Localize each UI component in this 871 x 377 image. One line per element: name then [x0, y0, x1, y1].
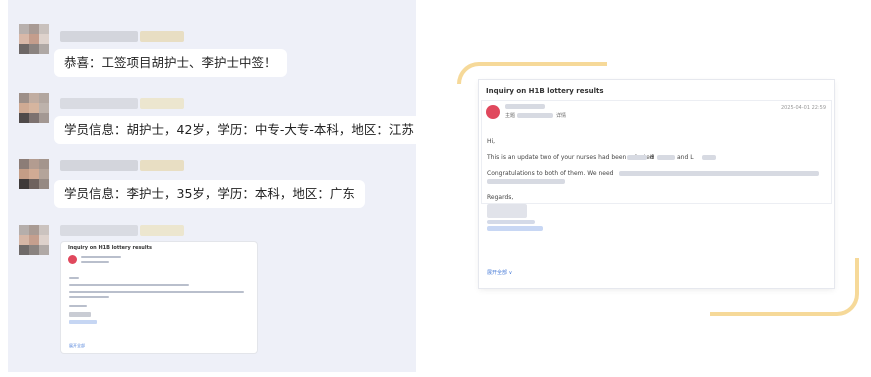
message-text: 学员信息：李护士，35岁，学历：本科，地区：广东 [64, 186, 355, 201]
text-line [69, 284, 189, 286]
body-line-1-name: H [650, 154, 655, 161]
body-line-1-and: and L [677, 154, 694, 161]
regards: Regards, [487, 194, 514, 201]
email-date: 2025-04-01 22:59 [780, 105, 826, 111]
sender-name [60, 31, 138, 42]
email-subject: Inquiry on H1B lottery results [486, 87, 604, 95]
sender-name-tag [140, 98, 184, 109]
sender-label: 主题 [505, 113, 516, 119]
redacted-text [627, 155, 647, 160]
details-link[interactable]: 详情 [556, 112, 566, 119]
sender-name-tag [140, 31, 184, 42]
email-attachment-card[interactable]: Inquiry on H1B lottery results 展开全部 [61, 242, 257, 353]
text-line [69, 277, 79, 279]
text-line [81, 261, 109, 263]
attachment-expand-link[interactable]: 展开全部 [69, 343, 85, 349]
body-line-2: Congratulations to both of them. We need [487, 170, 614, 177]
attachment-subject: Inquiry on H1B lottery results [68, 245, 152, 251]
avatar[interactable] [19, 159, 49, 189]
redacted-text [702, 155, 716, 160]
sender-name-tag [140, 225, 184, 236]
sender-name [60, 225, 138, 236]
text-line [69, 312, 91, 317]
text-line [69, 296, 109, 298]
message-bubble[interactable]: 学员信息：胡护士，42岁，学历：中专-大专-本科，地区：江苏 [54, 116, 416, 144]
text-line [69, 305, 87, 307]
redacted-text [657, 155, 675, 160]
avatar[interactable] [19, 24, 49, 54]
text-line [81, 256, 121, 258]
chat-panel: 恭喜：工签项目胡护士、李护士中签！ 学员信息：胡护士，42岁，学历：中专-大专-… [8, 0, 416, 372]
greeting: Hi, [487, 138, 496, 145]
recipient-address [517, 113, 553, 118]
redacted-text [487, 179, 565, 184]
sender-avatar-icon [68, 255, 77, 264]
expand-all-link[interactable]: 展开全部 ∨ [487, 269, 512, 276]
avatar[interactable] [19, 225, 49, 255]
email-preview: Inquiry on H1B lottery results 主题 详情 202… [479, 80, 834, 288]
message-text: 恭喜：工签项目胡护士、李护士中签！ [64, 55, 277, 70]
sender-avatar-icon [486, 105, 500, 119]
text-line [69, 320, 97, 324]
signature-image [487, 204, 527, 218]
sender-name [60, 160, 138, 171]
message-text: 学员信息：胡护士，42岁，学历：中专-大专-本科，地区：江苏 [64, 122, 414, 137]
sender-name [505, 104, 545, 109]
redacted-text [619, 171, 819, 176]
text-line [69, 291, 244, 293]
sender-name [60, 98, 138, 109]
avatar[interactable] [19, 93, 49, 123]
message-bubble[interactable]: 恭喜：工签项目胡护士、李护士中签！ [54, 49, 287, 77]
signature-line [487, 220, 535, 224]
signature-line [487, 226, 543, 231]
sender-name-tag [140, 160, 184, 171]
message-bubble[interactable]: 学员信息：李护士，35岁，学历：本科，地区：广东 [54, 180, 365, 208]
